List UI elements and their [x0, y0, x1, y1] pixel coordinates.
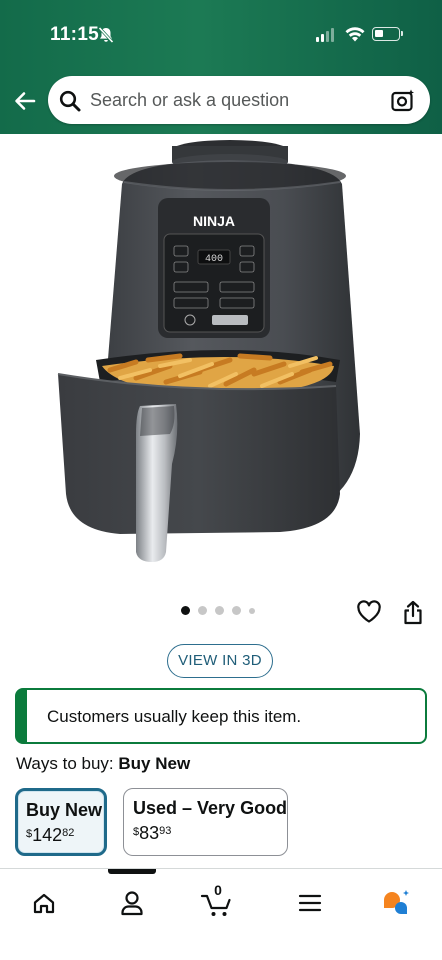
carousel-dot[interactable]: [249, 607, 255, 614]
ways-to-buy-prefix: Ways to buy:: [16, 754, 114, 773]
active-tab-indicator: [108, 869, 156, 874]
buy-option-new[interactable]: Buy New $ 142 82: [15, 788, 107, 856]
carousel-dot[interactable]: [198, 606, 207, 615]
bottom-nav: 0: [0, 868, 442, 960]
product-image-gallery[interactable]: NINJA 400: [0, 134, 442, 600]
back-arrow-icon[interactable]: [12, 88, 38, 114]
price-fraction: 93: [159, 825, 172, 837]
menu-icon[interactable]: [290, 883, 330, 923]
air-fryer-image: NINJA 400: [57, 140, 360, 562]
app-header: 11:15 Search or ask a question: [0, 0, 442, 134]
share-icon[interactable]: [402, 600, 424, 631]
carousel-indicator[interactable]: [181, 606, 255, 615]
status-bar: 11:15: [0, 0, 442, 70]
wifi-icon: [344, 25, 366, 48]
status-time: 11:15: [50, 24, 100, 45]
home-icon[interactable]: [24, 883, 64, 923]
view-in-3d-button[interactable]: VIEW IN 3D: [167, 644, 273, 678]
price-whole: 83: [139, 823, 160, 843]
battery-icon: [372, 27, 403, 41]
buy-option-used[interactable]: Used – Very Good $ 83 93: [123, 788, 288, 856]
account-icon[interactable]: [112, 883, 152, 923]
search-placeholder: Search or ask a question: [90, 90, 290, 110]
price-fraction: 82: [62, 827, 75, 839]
cart-count-badge: 0: [214, 882, 222, 898]
buy-option-title: Buy New: [26, 800, 103, 820]
cart-icon[interactable]: 0: [198, 882, 238, 923]
price-whole: 142: [32, 825, 63, 845]
ways-to-buy-selected: Buy New: [118, 754, 191, 773]
search-icon: [58, 89, 82, 118]
ways-to-buy-heading: Ways to buy: Buy New: [16, 754, 190, 774]
temperature-display: 400: [205, 254, 223, 265]
carousel-dot[interactable]: [215, 606, 224, 615]
carousel-dot[interactable]: [181, 606, 190, 615]
keep-item-text: Customers usually keep this item.: [47, 707, 302, 726]
buy-option-price: $ 83 93: [133, 823, 171, 844]
buy-option-title: Used – Very Good: [133, 798, 288, 818]
silent-bell-icon: [97, 26, 115, 49]
keep-item-notice: Customers usually keep this item.: [15, 688, 427, 744]
brand-logo: NINJA: [193, 213, 235, 229]
rufus-icon[interactable]: [378, 883, 418, 923]
search-input[interactable]: Search or ask a question: [48, 76, 430, 124]
cellular-signal-icon: [316, 28, 334, 42]
camera-lens-icon[interactable]: [390, 88, 416, 119]
heart-icon[interactable]: [356, 600, 382, 629]
carousel-dot[interactable]: [232, 606, 241, 615]
buy-option-price: $ 142 82: [26, 825, 74, 846]
